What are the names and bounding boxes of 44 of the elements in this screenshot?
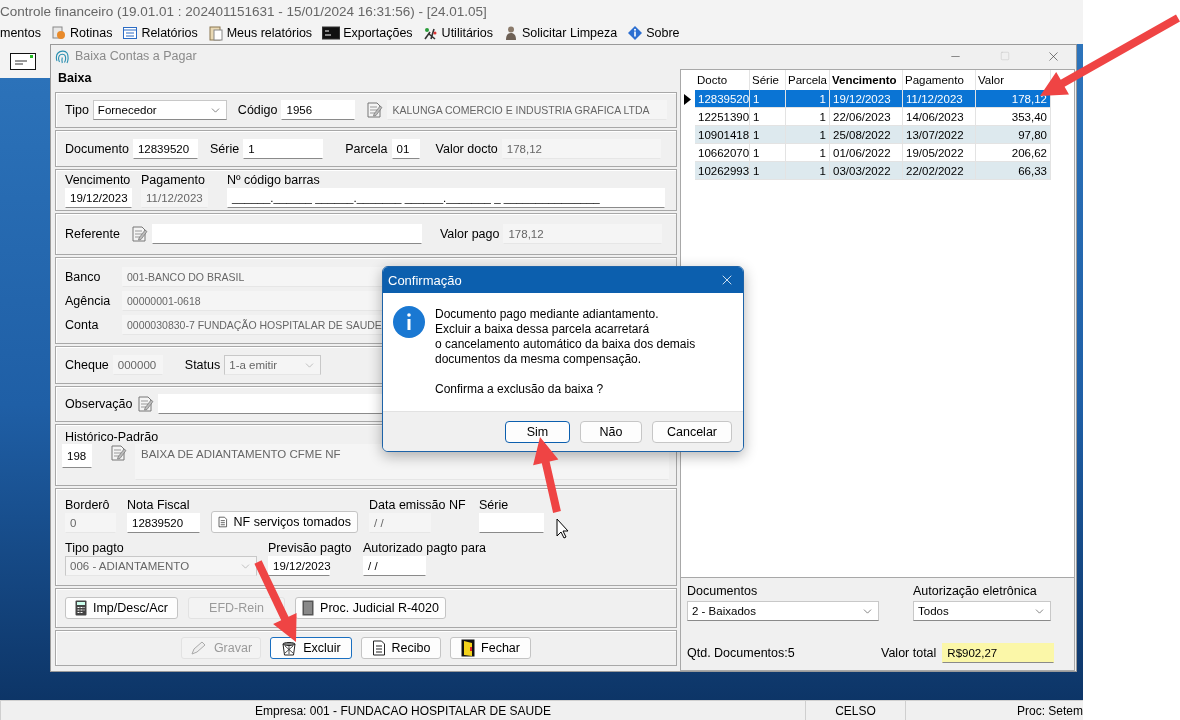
status-text: CELSO [805, 701, 905, 720]
field-label: Tipo pagto [65, 541, 125, 555]
dialog-title: Confirmação [388, 272, 462, 288]
window-title: Baixa Contas a Pagar [75, 49, 198, 63]
field-label: Série [479, 498, 510, 512]
field-label: Histórico-Padrão [65, 430, 159, 444]
field-label: Nº código barras [227, 172, 321, 187]
status-text: Proc: Setem [905, 701, 1083, 720]
field-label: Conta [65, 317, 100, 332]
field-label: Valor pago [439, 227, 500, 241]
field-label: Documento [65, 141, 129, 156]
field-label: Cheque [65, 358, 109, 372]
table-cell: 66,33 [976, 162, 1051, 180]
field-label: Nota Fiscal [127, 498, 191, 512]
table-cell: 03/03/2022 [830, 162, 903, 180]
field-label: Documentos [687, 584, 759, 598]
field-label: Pagamento [141, 172, 206, 187]
field-label: Observação [65, 397, 133, 411]
field-label: Valor total [881, 646, 937, 660]
field-label: Parcela [345, 141, 388, 156]
field-label: Agência [65, 293, 112, 308]
dialog-message: Documento pago mediante adiantamento. Excluir a baixa dessa parcela acarretará o cancelamento automático da baixa dos demais documentos da mesma compensação. [435, 307, 696, 367]
field-label: Referente [65, 227, 120, 241]
field-label: Série [209, 141, 240, 156]
field-label: Autorizado pagto para [363, 541, 486, 555]
field-label: Código [237, 103, 278, 117]
table-cell: 22/02/2022 [903, 162, 976, 180]
section-title: Baixa [57, 70, 93, 87]
table-cell: 1 [786, 162, 830, 180]
field-label: Tipo [65, 103, 89, 117]
field-label: Vencimento [65, 172, 132, 187]
table-cell: 10262993 [695, 162, 750, 180]
status-text: Empresa: 001 - FUNDACAO HOSPITALAR DE SAUDE [0, 701, 805, 720]
field-label: Data emissão NF [369, 498, 467, 512]
field-label: Status [184, 358, 221, 372]
dialog-question: Confirma a exclusão da baixa ? [435, 382, 605, 397]
document-count: Qtd. Documentos:5 [687, 646, 796, 660]
field-label: Autorização eletrônica [913, 584, 1038, 598]
field-label: Valor docto [435, 141, 498, 156]
app-title: Controle financeiro (19.01.01 : 202401151631 - 15/01/2024 16:31:56) - [24.01.05] [0, 0, 1083, 22]
field-label: Borderô [65, 498, 111, 512]
table-cell: 1 [750, 162, 786, 180]
field-label: Previsão pagto [268, 541, 352, 555]
field-label: Banco [65, 269, 102, 284]
